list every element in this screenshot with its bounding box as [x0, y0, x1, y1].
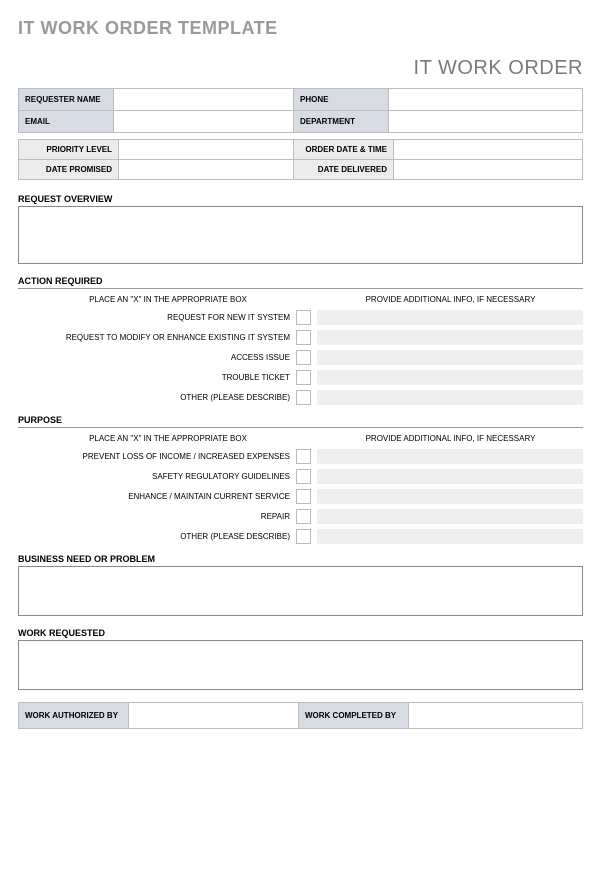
date-promised-field[interactable] — [119, 160, 294, 180]
action-item-checkbox[interactable] — [296, 390, 311, 405]
action-item-info-field[interactable] — [317, 390, 583, 405]
purpose-item-label: SAFETY REGULATORY GUIDELINES — [18, 472, 296, 481]
purpose-item-checkbox[interactable] — [296, 509, 311, 524]
purpose-item-info-field[interactable] — [317, 469, 583, 484]
action-item-label: OTHER (PLEASE DESCRIBE) — [18, 393, 296, 402]
date-promised-label: DATE PROMISED — [19, 160, 119, 180]
instruction-left: PLACE AN "X" IN THE APPROPRIATE BOX — [18, 295, 318, 304]
instruction-right: PROVIDE ADDITIONAL INFO, IF NECESSARY — [318, 434, 583, 443]
action-item-label: ACCESS ISSUE — [18, 353, 296, 362]
action-item-info-field[interactable] — [317, 310, 583, 325]
phone-label: PHONE — [294, 89, 389, 111]
action-item-row: TROUBLE TICKET — [18, 370, 583, 385]
phone-field[interactable] — [389, 89, 583, 111]
purpose-item-checkbox[interactable] — [296, 529, 311, 544]
form-title: IT WORK ORDER — [18, 57, 583, 80]
authorized-field[interactable] — [129, 703, 299, 729]
business-need-heading: BUSINESS NEED OR PROBLEM — [18, 554, 583, 564]
action-item-label: REQUEST FOR NEW IT SYSTEM — [18, 313, 296, 322]
action-item-info-field[interactable] — [317, 370, 583, 385]
work-requested-box[interactable] — [18, 640, 583, 690]
purpose-item-checkbox[interactable] — [296, 449, 311, 464]
work-requested-heading: WORK REQUESTED — [18, 628, 583, 638]
purpose-item-row: SAFETY REGULATORY GUIDELINES — [18, 469, 583, 484]
department-field[interactable] — [389, 111, 583, 133]
order-info-table: PRIORITY LEVEL ORDER DATE & TIME DATE PR… — [18, 139, 583, 180]
purpose-heading: PURPOSE — [18, 415, 583, 425]
completed-label: WORK COMPLETED BY — [299, 703, 409, 729]
divider — [18, 288, 583, 289]
completed-field[interactable] — [409, 703, 583, 729]
order-date-label: ORDER DATE & TIME — [294, 140, 394, 160]
department-label: DEPARTMENT — [294, 111, 389, 133]
action-item-row: REQUEST TO MODIFY OR ENHANCE EXISTING IT… — [18, 330, 583, 345]
email-field[interactable] — [114, 111, 294, 133]
email-label: EMAIL — [19, 111, 114, 133]
date-delivered-field[interactable] — [394, 160, 583, 180]
action-item-label: TROUBLE TICKET — [18, 373, 296, 382]
purpose-item-info-field[interactable] — [317, 509, 583, 524]
business-need-box[interactable] — [18, 566, 583, 616]
purpose-item-label: OTHER (PLEASE DESCRIBE) — [18, 532, 296, 541]
purpose-item-row: ENHANCE / MAINTAIN CURRENT SERVICE — [18, 489, 583, 504]
action-required-heading: ACTION REQUIRED — [18, 276, 583, 286]
purpose-item-row: REPAIR — [18, 509, 583, 524]
purpose-item-info-field[interactable] — [317, 529, 583, 544]
purpose-item-row: OTHER (PLEASE DESCRIBE) — [18, 529, 583, 544]
action-item-info-field[interactable] — [317, 330, 583, 345]
purpose-item-checkbox[interactable] — [296, 469, 311, 484]
requester-info-table: REQUESTER NAME PHONE EMAIL DEPARTMENT — [18, 88, 583, 133]
action-item-checkbox[interactable] — [296, 370, 311, 385]
requester-name-label: REQUESTER NAME — [19, 89, 114, 111]
action-item-row: OTHER (PLEASE DESCRIBE) — [18, 390, 583, 405]
order-date-field[interactable] — [394, 140, 583, 160]
request-overview-box[interactable] — [18, 206, 583, 264]
authorized-label: WORK AUTHORIZED BY — [19, 703, 129, 729]
purpose-item-info-field[interactable] — [317, 489, 583, 504]
purpose-instructions: PLACE AN "X" IN THE APPROPRIATE BOX PROV… — [18, 434, 583, 443]
page-title: IT WORK ORDER TEMPLATE — [18, 18, 583, 39]
date-delivered-label: DATE DELIVERED — [294, 160, 394, 180]
action-item-checkbox[interactable] — [296, 310, 311, 325]
requester-name-field[interactable] — [114, 89, 294, 111]
instruction-left: PLACE AN "X" IN THE APPROPRIATE BOX — [18, 434, 318, 443]
priority-label: PRIORITY LEVEL — [19, 140, 119, 160]
divider — [18, 427, 583, 428]
purpose-item-info-field[interactable] — [317, 449, 583, 464]
action-item-row: ACCESS ISSUE — [18, 350, 583, 365]
action-instructions: PLACE AN "X" IN THE APPROPRIATE BOX PROV… — [18, 295, 583, 304]
purpose-item-label: ENHANCE / MAINTAIN CURRENT SERVICE — [18, 492, 296, 501]
purpose-item-row: PREVENT LOSS OF INCOME / INCREASED EXPEN… — [18, 449, 583, 464]
purpose-item-label: REPAIR — [18, 512, 296, 521]
action-item-label: REQUEST TO MODIFY OR ENHANCE EXISTING IT… — [18, 333, 296, 342]
instruction-right: PROVIDE ADDITIONAL INFO, IF NECESSARY — [318, 295, 583, 304]
footer-table: WORK AUTHORIZED BY WORK COMPLETED BY — [18, 702, 583, 729]
action-item-info-field[interactable] — [317, 350, 583, 365]
action-item-checkbox[interactable] — [296, 330, 311, 345]
action-item-row: REQUEST FOR NEW IT SYSTEM — [18, 310, 583, 325]
action-item-checkbox[interactable] — [296, 350, 311, 365]
purpose-item-label: PREVENT LOSS OF INCOME / INCREASED EXPEN… — [18, 452, 296, 461]
priority-field[interactable] — [119, 140, 294, 160]
request-overview-heading: REQUEST OVERVIEW — [18, 194, 583, 204]
purpose-item-checkbox[interactable] — [296, 489, 311, 504]
